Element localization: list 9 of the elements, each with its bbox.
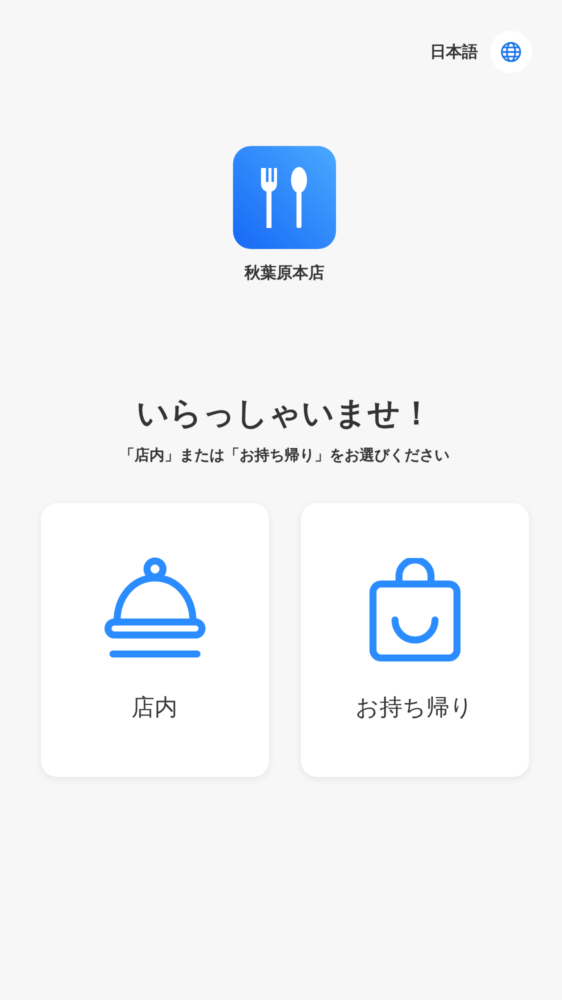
instruction-text: 「店内」または「お持ち帰り」をお選びください (120, 446, 450, 466)
store-name: 秋葉原本店 (244, 263, 324, 284)
option-card[interactable]: 店内 (40, 503, 268, 778)
language-label: 日本語 (430, 42, 478, 62)
greeting-heading: いらっしゃいませ！ (136, 394, 432, 432)
option-card[interactable]: お持ち帰り (300, 503, 528, 778)
language-button[interactable] (490, 31, 532, 73)
shopping-bag-icon (368, 558, 460, 662)
globe-icon (500, 41, 522, 63)
